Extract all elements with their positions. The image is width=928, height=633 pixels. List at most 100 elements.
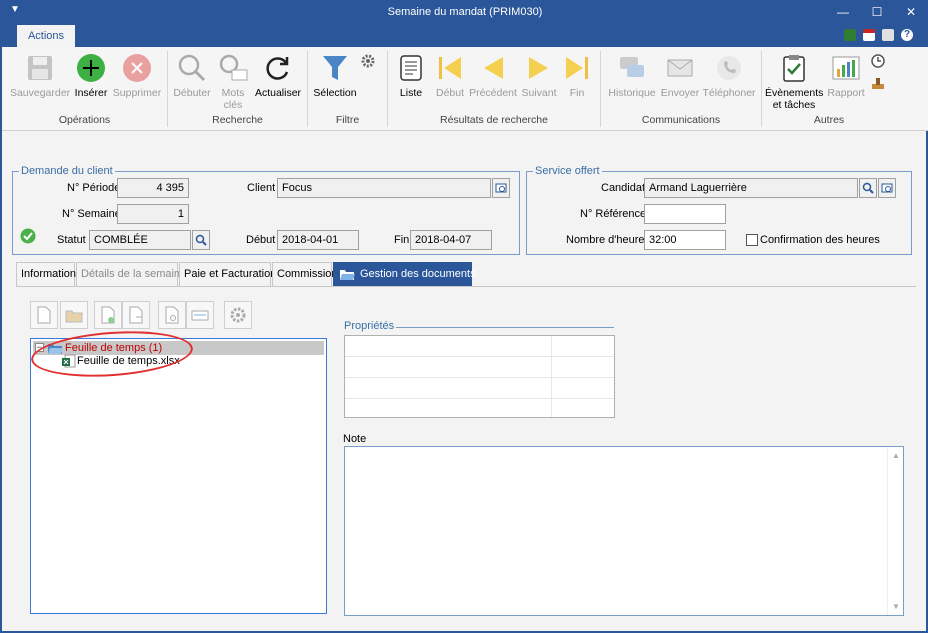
report-button[interactable]: Rapport	[824, 51, 868, 99]
tab-document-management-label: Gestion des documents	[360, 268, 476, 280]
scanner-icon	[191, 310, 209, 321]
grid-row-line	[345, 377, 614, 378]
magnifier-icon	[195, 234, 207, 246]
reference-label: N° Référence	[580, 208, 647, 220]
status-label: Statut	[57, 234, 86, 246]
list-button[interactable]: Liste	[392, 51, 430, 99]
next-record-button[interactable]: Suivant	[519, 51, 559, 99]
refresh-icon	[261, 51, 295, 85]
history-button[interactable]: Historique	[605, 51, 659, 99]
status-search-button[interactable]	[192, 230, 210, 250]
client-lookup-button[interactable]	[492, 178, 510, 198]
document-tree[interactable]: − Feuille de temps (1) Feuille de temps.…	[30, 338, 327, 614]
candidate-search-button[interactable]	[859, 178, 877, 198]
candidate-lookup-button[interactable]	[878, 178, 896, 198]
help-icon[interactable]: ?	[901, 29, 913, 41]
selection-filter-button[interactable]: Sélection	[310, 51, 360, 99]
preview-doc-button[interactable]	[158, 301, 186, 329]
magnifier-icon	[175, 51, 209, 85]
group-autres-label: Autres	[813, 114, 845, 126]
gear-icon	[230, 307, 246, 323]
ribbon-tab-actions[interactable]: Actions	[17, 25, 75, 47]
form-content: Demande du client N° Période 4 395 N° Se…	[5, 132, 925, 631]
send-button[interactable]: Envoyer	[660, 51, 700, 99]
document-add-icon	[101, 306, 115, 324]
last-record-button[interactable]: Fin	[560, 51, 594, 99]
hours-confirmation-checkbox[interactable]	[746, 234, 758, 246]
week-number-field: 1	[117, 204, 189, 224]
scroll-down-icon[interactable]: ▼	[892, 602, 900, 611]
previous-record-button[interactable]: Précédent	[469, 51, 517, 99]
events-tasks-button[interactable]: Évènements et tâches	[765, 51, 823, 111]
end-date-label: Fin	[394, 234, 410, 246]
client-request-legend: Demande du client	[21, 165, 113, 177]
window-title: Semaine du mandat (PRIM030)	[387, 6, 543, 18]
ribbon-tab-row: Actions ?	[2, 23, 928, 47]
properties-grid[interactable]	[344, 335, 615, 418]
grid-row-line	[345, 356, 614, 357]
history-clock-icon[interactable]	[870, 53, 886, 69]
delete-button[interactable]: Supprimer	[111, 51, 163, 99]
clipboard-check-icon	[777, 51, 811, 85]
export-doc-button[interactable]	[122, 301, 150, 329]
triangle-right-icon	[522, 51, 556, 85]
lock-icon[interactable]	[882, 29, 894, 41]
note-textarea[interactable]: ▲ ▼	[344, 446, 904, 616]
candidate-label: Candidat	[601, 182, 646, 194]
service-offered-legend: Service offert	[535, 165, 600, 177]
title-bar: ▼ Semaine du mandat (PRIM030) — ☐ ✕	[2, 1, 928, 23]
tab-information[interactable]: Information	[16, 262, 76, 286]
triangle-left-icon	[476, 51, 510, 85]
note-label: Note	[343, 433, 367, 445]
save-button[interactable]: Sauvegarder	[9, 51, 71, 99]
magnifier-icon	[862, 182, 874, 194]
new-doc-button[interactable]	[30, 301, 58, 329]
period-number-field: 4 395	[117, 178, 189, 198]
document-icon	[37, 306, 51, 324]
x-circle-icon	[120, 51, 154, 85]
open-folder-button[interactable]	[60, 301, 88, 329]
start-date-label: Début	[246, 234, 276, 246]
start-search-button[interactable]: Débuter	[170, 51, 214, 99]
keywords-button[interactable]: Mots clés	[215, 51, 251, 111]
call-button[interactable]: Téléphoner	[700, 51, 758, 99]
group-filtre-label: Filtre	[335, 114, 360, 126]
minimize-button[interactable]: —	[826, 2, 860, 22]
insert-button[interactable]: Insérer	[72, 51, 110, 99]
skip-last-icon	[560, 51, 594, 85]
doc-settings-button[interactable]	[224, 301, 252, 329]
note-scrollbar[interactable]: ▲ ▼	[887, 447, 903, 615]
floppy-disk-icon	[23, 51, 57, 85]
envelope-icon	[663, 51, 697, 85]
chat-bubbles-icon	[615, 51, 649, 85]
client-label: Client	[247, 182, 276, 194]
reference-input[interactable]	[644, 204, 726, 224]
refresh-button[interactable]: Actualiser	[252, 51, 304, 99]
add-doc-button[interactable]	[94, 301, 122, 329]
document-panel: − Feuille de temps (1) Feuille de temps.…	[16, 286, 916, 624]
close-button[interactable]: ✕	[894, 2, 928, 22]
hours-input[interactable]: 32:00	[644, 230, 726, 250]
calculator-icon[interactable]	[844, 29, 856, 41]
scroll-list-icon	[394, 51, 428, 85]
calendar-icon[interactable]	[863, 29, 875, 41]
funnel-icon	[318, 51, 352, 85]
tab-document-management[interactable]: Gestion des documents	[333, 262, 476, 286]
keyword-search-icon	[216, 51, 250, 85]
tab-week-details[interactable]: Détails de la semaine	[76, 262, 186, 286]
tab-pay-billing[interactable]: Paie et Facturation	[179, 262, 276, 286]
tab-commission[interactable]: Commission	[272, 262, 338, 286]
first-record-button[interactable]: Début	[432, 51, 468, 99]
group-recherche-label: Recherche	[212, 114, 263, 126]
group-operations-label: Opérations	[58, 114, 111, 126]
maximize-button[interactable]: ☐	[860, 2, 894, 22]
group-resultats-label: Résultats de recherche	[440, 114, 548, 126]
status-field: COMBLÉE	[89, 230, 191, 250]
status-check-icon	[20, 228, 36, 244]
scan-doc-button[interactable]	[186, 301, 214, 329]
bar-chart-report-icon	[829, 51, 863, 85]
stamp-icon[interactable]	[870, 75, 886, 91]
scroll-up-icon[interactable]: ▲	[892, 451, 900, 460]
filter-settings-gear-icon[interactable]	[360, 53, 376, 69]
group-communications-label: Communications	[641, 114, 721, 126]
